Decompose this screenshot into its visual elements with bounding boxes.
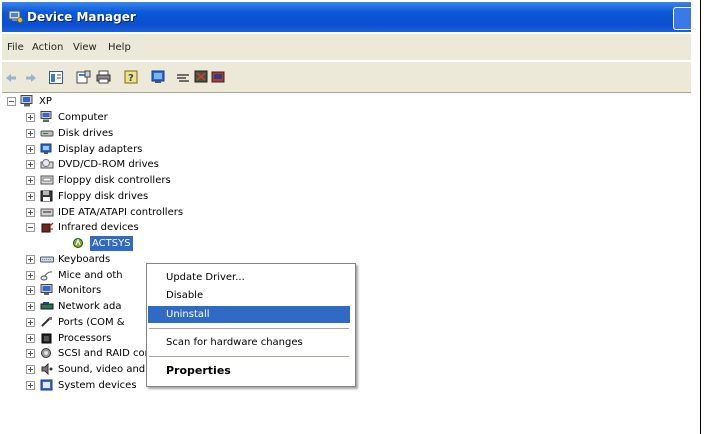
floppy-drive-icon [40, 190, 53, 202]
keyboard-icon [40, 256, 54, 263]
sound-icon [41, 363, 53, 375]
disable-icon[interactable] [194, 70, 209, 84]
tree-item-label: ACTSYS [90, 236, 133, 251]
svg-text:?: ? [128, 73, 134, 84]
minimize-button[interactable] [673, 7, 691, 30]
menu-separator [149, 328, 349, 329]
disk-drive-icon [40, 130, 54, 137]
expand-toggle[interactable] [26, 254, 35, 264]
help-icon[interactable]: ? [124, 69, 139, 84]
infrared-device-icon [73, 238, 83, 248]
menu-item-scan-hardware[interactable]: Scan for hardware changes [148, 334, 350, 351]
expand-toggle[interactable] [26, 349, 35, 359]
tree-root-label: XP [39, 96, 52, 107]
tree-item-label: Infrared devices [58, 222, 139, 234]
tree-root[interactable]: XP [7, 94, 127, 109]
tree-item-label: Processors [58, 332, 112, 344]
print-icon[interactable] [96, 70, 111, 84]
tree-item-label: Network ada [58, 301, 122, 312]
expand-toggle[interactable] [26, 191, 35, 201]
tree-item-label: Keyboards [58, 253, 111, 265]
collapse-toggle[interactable] [26, 223, 35, 233]
show-hide-tree-icon[interactable] [49, 71, 63, 84]
infrared-icon [41, 222, 54, 233]
expand-toggle[interactable] [26, 380, 35, 390]
expand-toggle[interactable] [26, 302, 35, 311]
expand-toggle[interactable] [26, 286, 35, 296]
expand-toggle[interactable] [26, 176, 35, 185]
menu-bar: File Action View Help [2, 34, 691, 60]
expand-toggle[interactable] [26, 128, 35, 138]
toolbar: ? [2, 62, 691, 93]
tree-item-label: Floppy disk controllers [58, 175, 171, 186]
display-adapter-icon [40, 143, 52, 154]
context-menu: Update Driver... Disable Uninstall Scan … [146, 263, 356, 387]
tree-item-label: Disk drives [58, 127, 114, 139]
menu-view[interactable]: View [73, 42, 97, 53]
update-driver-icon[interactable] [151, 70, 166, 84]
expand-toggle[interactable] [26, 113, 35, 122]
menu-file[interactable]: File [7, 42, 24, 53]
menu-separator [149, 356, 349, 357]
tree-item-label: Ports (COM & [58, 316, 125, 328]
ide-controller-icon [40, 208, 54, 216]
scan-hardware-icon[interactable] [176, 72, 191, 82]
expand-toggle[interactable] [26, 270, 35, 280]
device-manager-window: Device Manager File Action View Help ? X… [2, 2, 691, 432]
title-bar[interactable]: Device Manager [2, 2, 691, 32]
expand-toggle[interactable] [26, 207, 35, 217]
menu-item-update-driver[interactable]: Update Driver... [148, 269, 350, 286]
tree-item-label: IDE ATA/ATAPI controllers [58, 206, 184, 218]
tree-item-label: Mice and oth [58, 269, 123, 281]
menu-help[interactable]: Help [108, 42, 131, 53]
menu-action[interactable]: Action [32, 42, 63, 53]
tree-item-label: System devices [58, 379, 137, 391]
floppy-controller-icon [40, 175, 54, 185]
expand-toggle[interactable] [26, 144, 35, 154]
back-icon[interactable] [5, 74, 17, 82]
forward-icon[interactable] [25, 74, 37, 82]
expand-toggle[interactable] [26, 317, 35, 327]
monitor-icon [40, 284, 53, 296]
menu-item-uninstall[interactable]: Uninstall [148, 306, 350, 323]
tree-item-label: Display adapters [58, 143, 143, 155]
processor-icon [41, 333, 52, 343]
menu-item-properties[interactable]: Properties [148, 362, 350, 379]
mouse-icon [40, 270, 53, 280]
tree-item-label: DVD/CD-ROM drives [58, 159, 159, 171]
network-icon [40, 302, 54, 310]
device-manager-app-icon [8, 10, 23, 23]
scsi-icon [41, 348, 51, 359]
tree-item-label: Monitors [58, 285, 102, 297]
collapse-toggle[interactable] [7, 97, 16, 106]
expand-toggle[interactable] [26, 160, 35, 170]
properties-icon[interactable] [76, 70, 91, 84]
tree-item-label: Computer [58, 112, 108, 123]
cdrom-icon [40, 159, 54, 169]
port-icon [41, 316, 52, 327]
expand-toggle[interactable] [26, 365, 35, 374]
computer-icon [40, 111, 52, 122]
uninstall-icon[interactable] [211, 70, 226, 84]
system-icon [40, 379, 53, 391]
menu-item-disable[interactable]: Disable [148, 287, 350, 304]
window-title: Device Manager [27, 10, 136, 24]
tree-item-label: Floppy disk drives [58, 190, 149, 202]
computer-root-icon [20, 95, 33, 107]
expand-toggle[interactable] [26, 333, 35, 343]
